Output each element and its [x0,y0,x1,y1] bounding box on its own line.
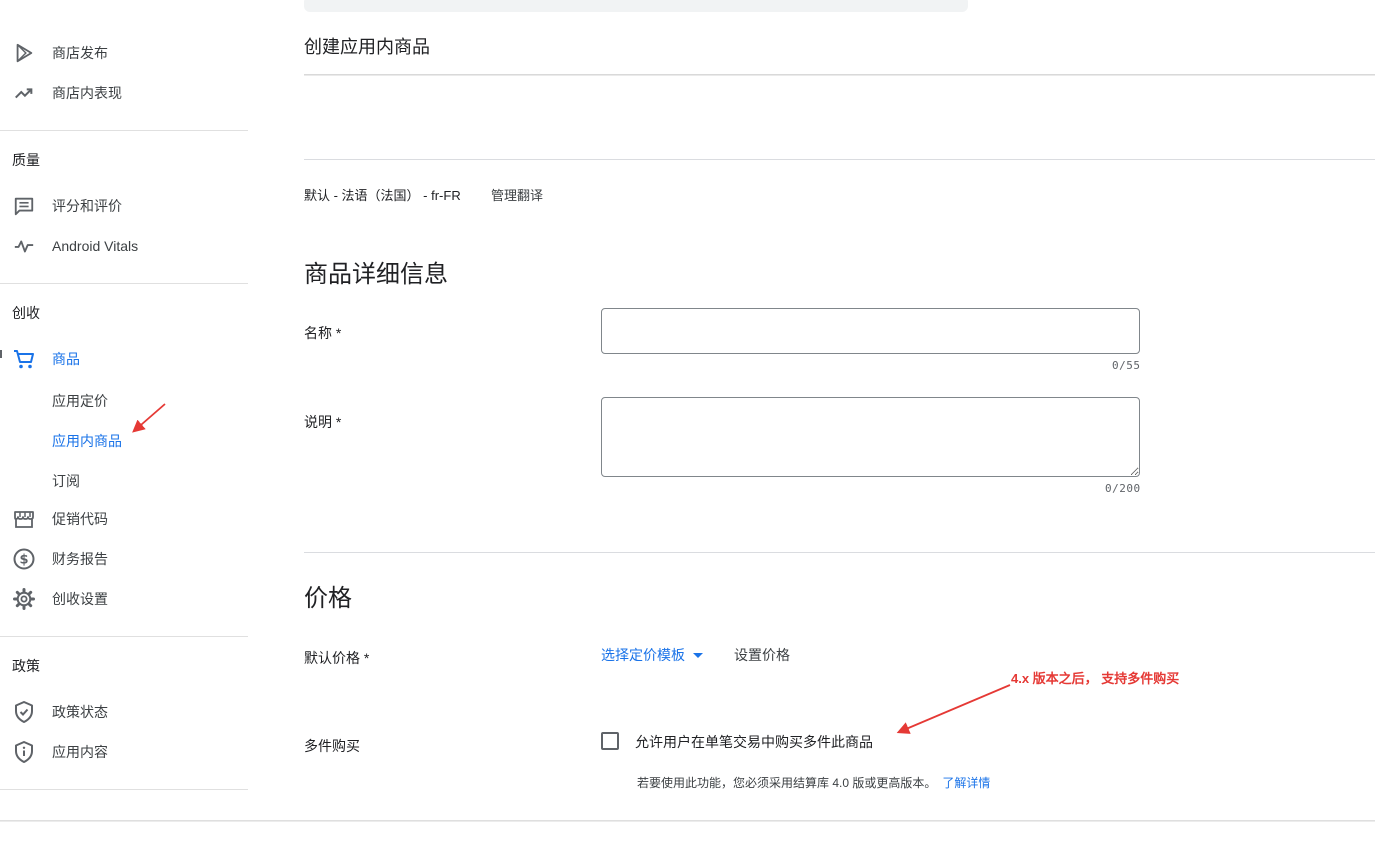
store-icon [12,507,36,531]
top-banner-placeholder [304,0,968,12]
nav-promo-codes[interactable]: 促销代码 [0,499,248,539]
sidebar-divider [0,130,248,131]
pricing-template-dropdown[interactable]: 选择定价模板 [601,645,703,665]
product-details-title: 商品详细信息 [304,261,448,288]
nav-label: 促销代码 [52,511,108,527]
nav-label: 商店发布 [52,45,108,61]
footer-divider [0,820,1375,822]
pricing-template-label: 选择定价模板 [601,647,685,663]
info-shield-icon [12,740,36,764]
nav-label: 财务报告 [52,551,108,567]
multi-quantity-checkbox[interactable] [601,732,619,750]
section-heading-monetize: 创收 [12,305,40,321]
nav-sub-app-pricing[interactable]: 应用定价 [52,391,108,411]
annotation-note: 4.x 版本之后， 支持多件购买 [1011,671,1180,686]
header-shadow-divider [304,74,1375,76]
sidebar: 商店发布 商店内表现 质量 评分和评价 Android Vitals 创收 商品… [0,0,248,820]
nav-android-vitals[interactable]: Android Vitals [0,226,248,266]
arrow-to-multi-quantity [896,684,1011,734]
billing-library-help: 若要使用此功能，您必须采用结算库 4.0 版或更高版本。 了解详情 [637,774,990,791]
nav-financial-reports[interactable]: $ 财务报告 [0,539,248,579]
nav-policy-status[interactable]: 政策状态 [0,692,248,732]
multi-quantity-label: 多件购买 [304,738,360,754]
name-char-counter: 0/55 [1112,359,1141,372]
manage-translations-link[interactable]: 管理翻译 [491,185,543,204]
nav-label: 评分和评价 [52,198,122,214]
dollar-icon: $ [12,547,36,571]
price-section-title: 价格 [304,585,352,612]
section-heading-policy: 政策 [12,658,40,674]
nav-products[interactable]: 商品 [0,339,248,379]
name-input[interactable] [601,308,1140,354]
nav-label: 政策状态 [52,704,108,720]
description-char-counter: 0/200 [1105,482,1141,495]
sidebar-divider [0,283,248,284]
default-price-label: 默认价格 * [304,650,370,666]
nav-store-publish[interactable]: 商店发布 [0,33,248,73]
nav-label: 应用内容 [52,744,108,760]
learn-more-link[interactable]: 了解详情 [942,776,990,790]
default-language[interactable]: 默认 - 法语（法国） - fr-FR [304,185,461,204]
nav-store-performance[interactable]: 商店内表现 [0,73,248,113]
play-store-icon [12,41,36,65]
nav-label: 商品 [52,351,80,367]
vitals-pulse-icon [12,234,36,258]
nav-app-content[interactable]: 应用内容 [0,732,248,772]
section-heading-quality: 质量 [12,152,40,168]
nav-label: 创收设置 [52,591,108,607]
review-icon [12,194,36,218]
multi-quantity-checkbox-label[interactable]: 允许用户在单笔交易中购买多件此商品 [635,732,873,752]
nav-monetization-settings[interactable]: 创收设置 [0,579,248,619]
gear-icon [12,587,36,611]
section-divider [304,552,1375,553]
nav-sub-subscriptions[interactable]: 订阅 [52,471,80,491]
cart-icon [12,347,36,371]
nav-sub-in-app-products[interactable]: 应用内商品 [52,431,122,451]
description-field-label: 说明 * [304,414,342,430]
set-price-button[interactable]: 设置价格 [734,645,790,665]
svg-text:$: $ [19,553,28,568]
shield-check-icon [12,700,36,724]
name-field-label: 名称 * [304,325,342,341]
page-title: 创建应用内商品 [304,37,430,57]
sidebar-divider [0,789,248,790]
section-divider [304,159,1375,160]
help-text: 若要使用此功能，您必须采用结算库 4.0 版或更高版本。 [637,776,937,790]
caret-down-icon [693,652,703,658]
nav-ratings-reviews[interactable]: 评分和评价 [0,186,248,226]
description-textarea[interactable] [601,397,1140,477]
trending-up-icon [12,81,36,105]
sidebar-divider [0,636,248,637]
nav-label: Android Vitals [52,238,139,254]
nav-label: 商店内表现 [52,85,122,101]
